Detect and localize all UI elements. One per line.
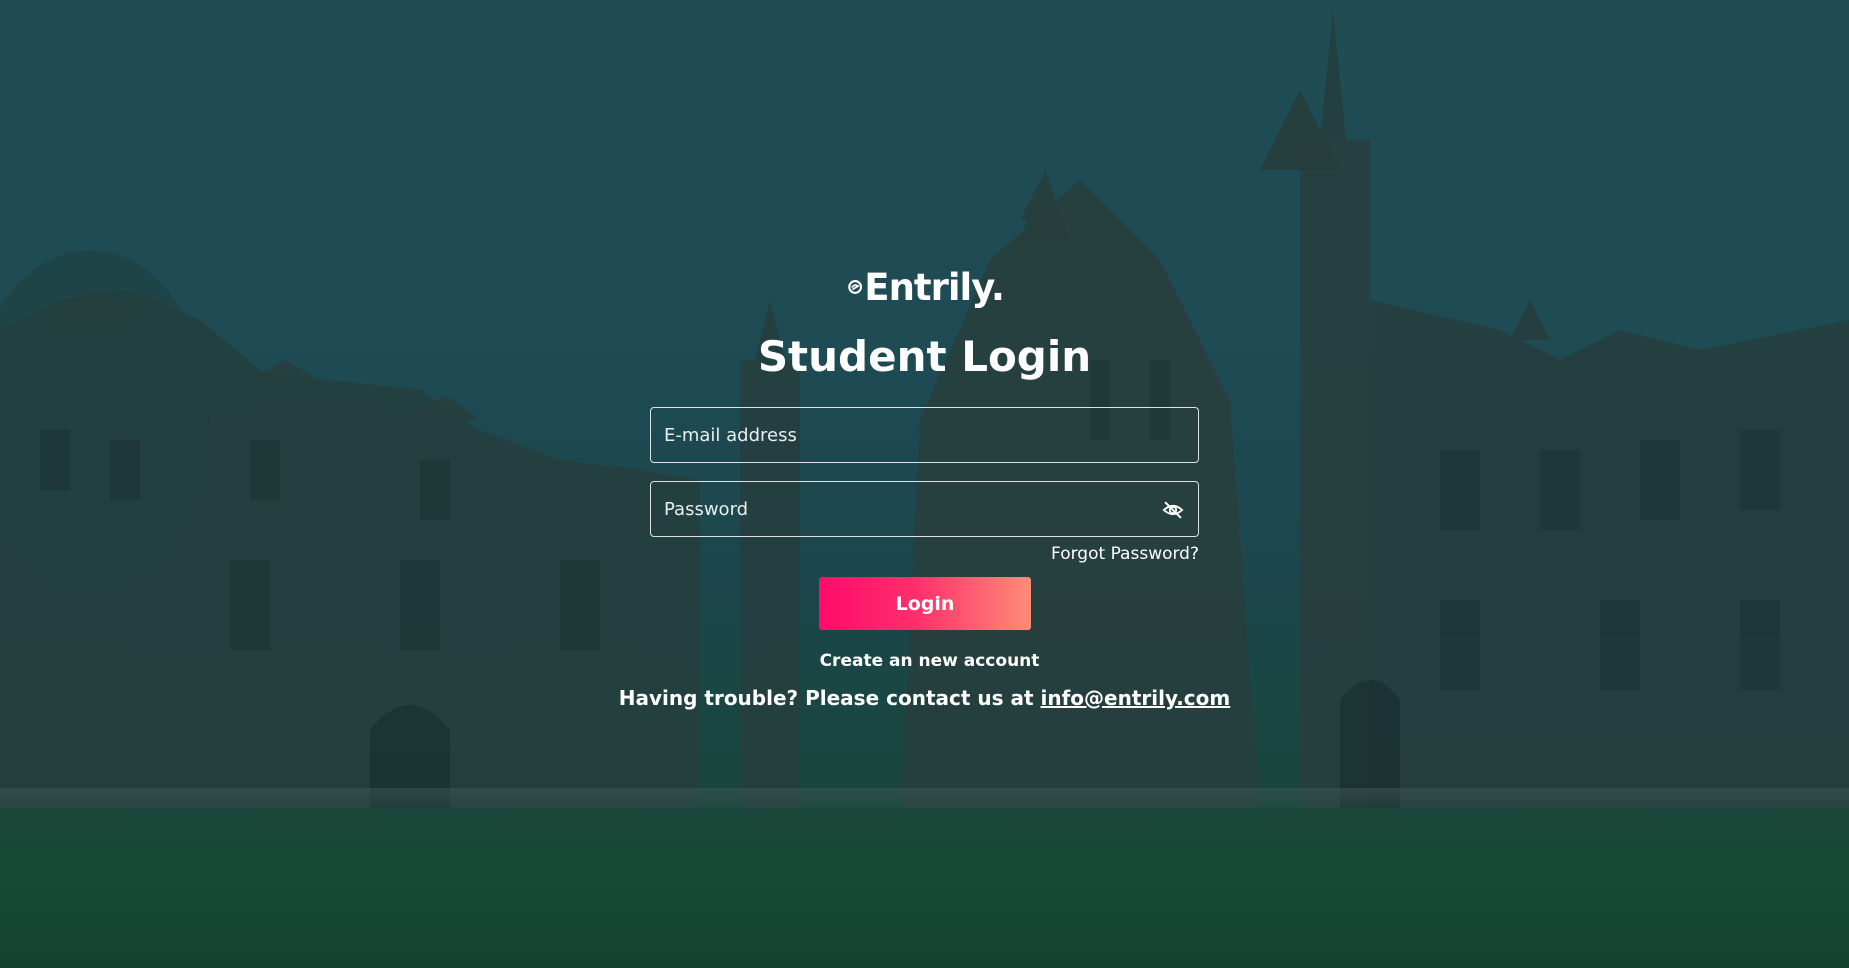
password-field-container — [650, 481, 1199, 537]
entrily-logo-mark-icon — [848, 280, 863, 294]
password-field[interactable] — [651, 482, 1198, 536]
eye-slash-icon[interactable] — [1162, 499, 1184, 521]
login-panel: Entrily. Student Login Forgot Password? … — [0, 0, 1849, 968]
help-text: Having trouble? Please contact us at inf… — [0, 686, 1849, 710]
email-field-container — [650, 407, 1199, 463]
login-page: Entrily. Student Login Forgot Password? … — [0, 0, 1849, 968]
support-email-link[interactable]: info@entrily.com — [1041, 686, 1231, 710]
create-account-link[interactable]: Create an new account — [0, 651, 1849, 671]
login-button[interactable]: Login — [819, 577, 1031, 630]
page-title: Student Login — [757, 332, 1092, 381]
brand-logo: Entrily. — [848, 262, 1005, 312]
help-text-prefix: Having trouble? Please contact us at — [618, 686, 1034, 710]
email-field[interactable] — [651, 408, 1198, 462]
brand-name: Entrily. — [864, 265, 1005, 309]
forgot-password-link[interactable]: Forgot Password? — [650, 544, 1199, 564]
